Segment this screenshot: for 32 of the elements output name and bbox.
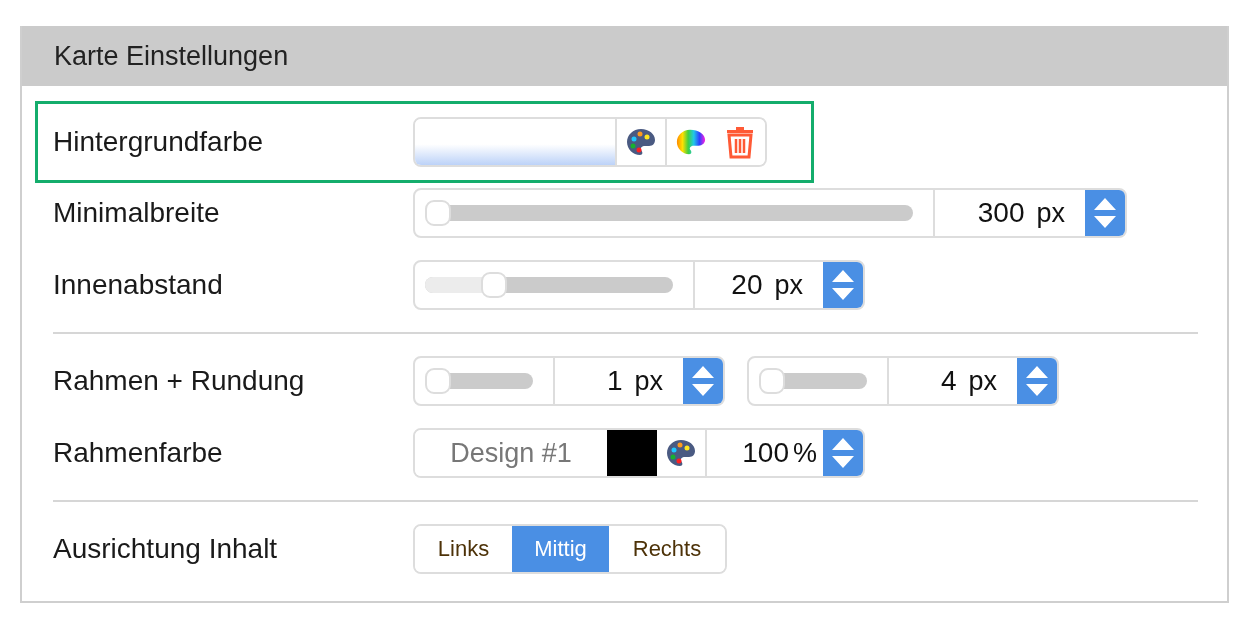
- panel-title: Karte Einstellungen: [54, 40, 289, 72]
- slider-thumb[interactable]: [425, 200, 451, 226]
- spinner-button[interactable]: [683, 358, 723, 404]
- setting-label: Rahmenfarbe: [53, 437, 224, 469]
- slider[interactable]: [759, 368, 867, 394]
- spinner-button[interactable]: [1085, 190, 1125, 236]
- color-picker[interactable]: [413, 117, 767, 167]
- setting-label: Rahmen + Rundung: [53, 365, 306, 397]
- setting-label: Hintergrundfarbe: [53, 126, 265, 158]
- slider[interactable]: [425, 272, 673, 298]
- slider[interactable]: [425, 368, 533, 394]
- setting-label: Innenabstand: [53, 269, 224, 301]
- unit-label: px: [774, 269, 803, 301]
- trash-icon: [725, 125, 755, 159]
- color-field[interactable]: [415, 119, 615, 165]
- number-value[interactable]: 1: [606, 365, 623, 397]
- setting-label: Ausrichtung Inhalt: [53, 533, 279, 565]
- slider-thumb[interactable]: [480, 272, 507, 298]
- unit-label: px: [634, 365, 663, 397]
- spinner-button[interactable]: [1017, 358, 1057, 404]
- number-value[interactable]: 4: [940, 365, 957, 397]
- palette-icon: [626, 127, 656, 157]
- number-value[interactable]: 20: [731, 269, 763, 301]
- spinner-button[interactable]: [823, 262, 863, 308]
- number-value[interactable]: 300: [977, 197, 1025, 229]
- slider-thumb[interactable]: [425, 368, 451, 394]
- slider[interactable]: [425, 200, 913, 226]
- unit-label: px: [1036, 197, 1065, 229]
- unit-label: px: [968, 365, 997, 397]
- rainbow-palette-icon: [675, 127, 707, 157]
- slider-thumb[interactable]: [759, 368, 785, 394]
- setting-label: Minimalbreite: [53, 197, 221, 229]
